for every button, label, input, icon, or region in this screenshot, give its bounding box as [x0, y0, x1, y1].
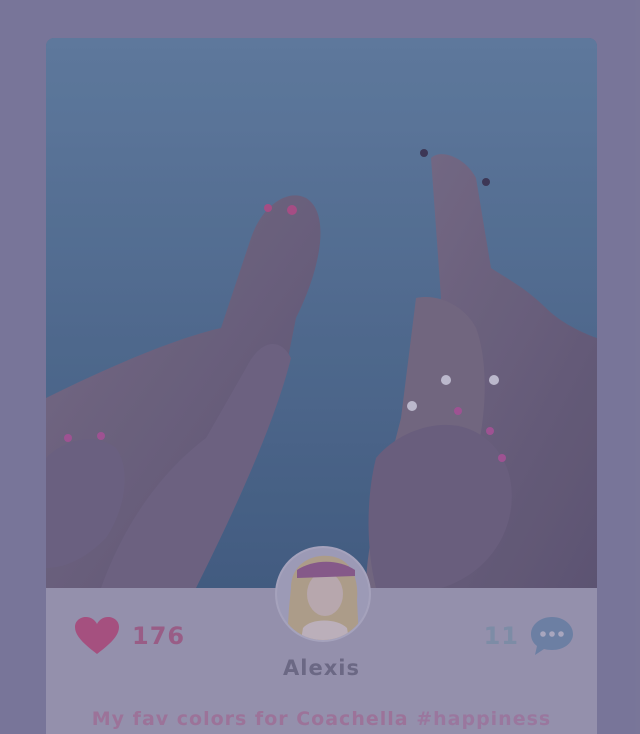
avatar-portrait-icon — [277, 548, 369, 640]
chat-bubble-icon[interactable] — [529, 615, 575, 657]
post-photo[interactable] — [46, 38, 597, 588]
user-avatar[interactable] — [275, 546, 371, 642]
caption-hashtag[interactable]: #happiness — [416, 708, 551, 730]
comment-count: 11 — [483, 622, 519, 650]
like-control[interactable]: 176 — [74, 615, 185, 657]
photo-illustration — [46, 38, 597, 588]
like-count: 176 — [132, 622, 186, 650]
app-screen: 176 11 Alexis My fav colors for Coachell… — [0, 0, 640, 734]
caption-text: My fav colors for Coachella — [91, 708, 417, 730]
post-username[interactable]: Alexis — [46, 656, 597, 680]
post-caption: My fav colors for Coachella #happiness — [46, 708, 597, 730]
post-card: 176 11 Alexis My fav colors for Coachell… — [46, 38, 597, 734]
heart-icon[interactable] — [74, 616, 120, 656]
comment-control[interactable]: 11 — [484, 615, 575, 657]
